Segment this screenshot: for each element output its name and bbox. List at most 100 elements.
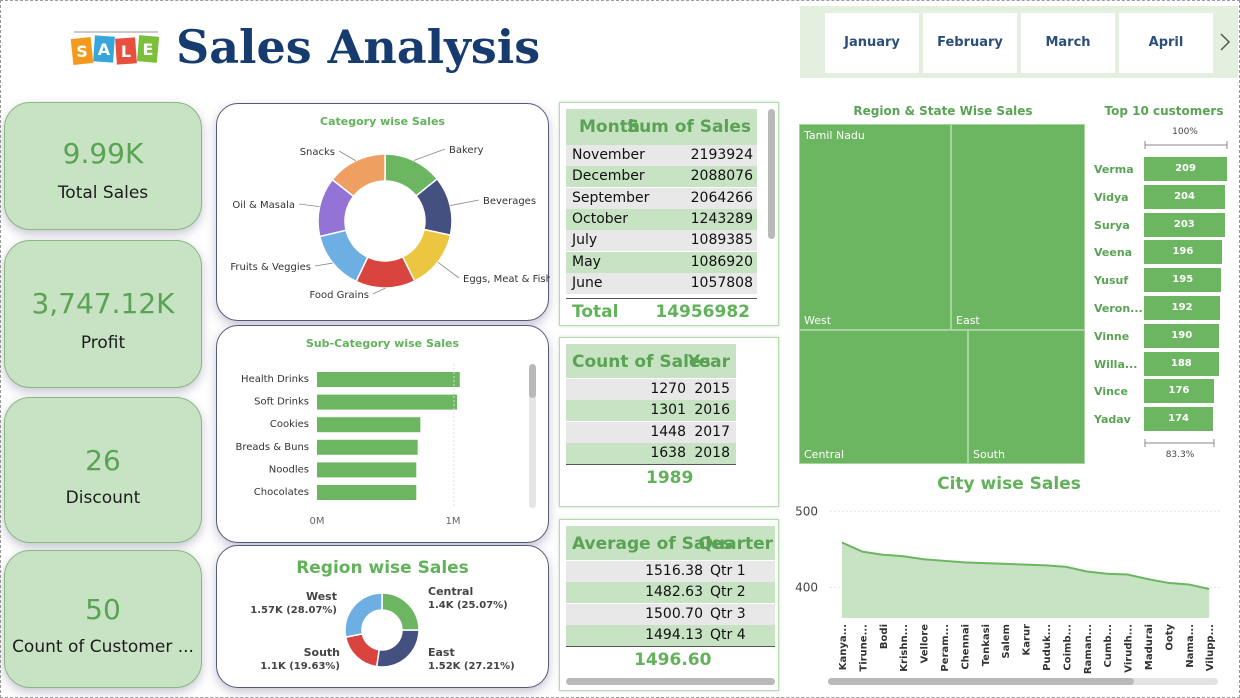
customer-bar[interactable]: 190 <box>1144 323 1220 348</box>
customer-bar[interactable]: 204 <box>1144 184 1225 209</box>
kpi-profit-card[interactable]: 3,747.12K Profit <box>4 240 202 388</box>
customer-bar[interactable]: 203 <box>1144 212 1225 237</box>
customer-bar[interactable]: 196 <box>1144 240 1222 265</box>
customer-name[interactable]: Yusuf <box>1094 274 1128 287</box>
treemap-region-west[interactable]: West <box>799 124 951 330</box>
table-row[interactable]: 1516.38 Qtr 1 <box>566 561 775 582</box>
subcategory-sales-panel[interactable]: Sub-Category wise Sales Health Drinks Sof… <box>216 325 549 543</box>
customer-bar[interactable]: 195 <box>1144 268 1222 293</box>
customer-name[interactable]: Surya <box>1094 219 1130 232</box>
header-year[interactable]: Year <box>688 352 730 372</box>
sales-cell: 2088076 <box>690 168 753 185</box>
sales-cell: 2193924 <box>690 147 753 163</box>
sales-cell: 1089385 <box>690 232 753 249</box>
table-row[interactable]: 1638 2018 <box>566 442 736 464</box>
category-slice-label: Food Grains <box>310 290 369 301</box>
kpi-customer-count-card[interactable]: 50 Count of Customer ... <box>4 550 202 688</box>
customer-name[interactable]: Verma <box>1094 163 1134 176</box>
slicer-april[interactable]: April <box>1119 13 1213 73</box>
table-header: Count of Sales Year <box>566 344 736 378</box>
treemap-region-label: Central <box>804 448 845 461</box>
table-row[interactable]: 1494.13 Qtr 4 <box>566 624 775 646</box>
total-label: Total <box>572 302 619 322</box>
quarter-table-hscroll[interactable] <box>566 678 775 685</box>
subcategory-label: Cookies <box>270 419 309 430</box>
table-row[interactable]: 1500.70 Qtr 3 <box>566 603 775 625</box>
kpi-value: 3,747.12K <box>31 287 175 320</box>
subcategory-label: Breads & Buns <box>236 442 310 453</box>
region-donut-chart[interactable]: Central 1.4K (25.07%) East 1.52K (27.21%) So… <box>217 546 550 689</box>
table-row[interactable]: December 2088076 <box>566 166 757 188</box>
table-row[interactable]: September 2064266 <box>566 187 757 209</box>
treemap-title: Region & State Wise Sales <box>853 104 1033 118</box>
subcategory-bar <box>317 462 417 478</box>
subcategory-label: Chocolates <box>254 487 309 498</box>
city-tick-label: Raman... <box>1083 624 1094 674</box>
average-cell: 1494.13 <box>645 626 703 643</box>
header-sum-of-sales[interactable]: Sum of Sales <box>627 117 751 137</box>
table-row[interactable]: 1301 2016 <box>566 400 736 422</box>
month-cell: July <box>572 232 598 249</box>
customer-name[interactable]: Vince <box>1094 385 1128 398</box>
kpi-total-sales-card[interactable]: 9.99K Total Sales <box>4 102 202 230</box>
customer-bar[interactable]: 192 <box>1144 296 1221 320</box>
category-slice-label: Bakery <box>449 145 484 156</box>
table-row[interactable]: June 1057808 <box>566 272 757 294</box>
region-slice-name: South <box>304 646 340 659</box>
quarter-average-table[interactable]: Average of Sales Quarter 1496.60 1516.38… <box>559 519 779 691</box>
table-row[interactable]: October 1243289 <box>566 208 757 230</box>
table-row[interactable]: November 2193924 <box>566 145 757 166</box>
subcategory-scroll-thumb[interactable] <box>529 364 536 398</box>
quarter-cell: Qtr 3 <box>710 605 746 622</box>
month-sales-table[interactable]: Month Sum of Sales Total 14956982 Novemb… <box>559 102 779 326</box>
customer-bar[interactable]: 209 <box>1144 157 1227 181</box>
customer-bar[interactable]: 176 <box>1144 379 1214 404</box>
treemap-region-south[interactable]: South <box>968 330 1085 464</box>
table-row[interactable]: July 1089385 <box>566 230 757 252</box>
customer-name[interactable]: Vidya <box>1094 191 1129 204</box>
city-tick-label: Coimb... <box>1062 624 1073 671</box>
customer-name[interactable]: Yadav <box>1094 413 1131 426</box>
slicer-january[interactable]: January <box>825 13 919 73</box>
category-leader-line <box>450 199 480 206</box>
header-quarter[interactable]: Quarter <box>699 534 773 554</box>
total-value: 1496.60 <box>634 650 712 670</box>
customer-bar[interactable]: 174 <box>1144 407 1214 432</box>
treemap-region-east[interactable]: East <box>951 124 1085 330</box>
slicer-march[interactable]: March <box>1021 13 1115 73</box>
city-chart-scroll-thumb[interactable] <box>828 678 1134 685</box>
region-slice-name: Central <box>428 585 473 598</box>
month-table-scroll-thumb[interactable] <box>768 109 775 239</box>
customer-name[interactable]: Willa... <box>1094 358 1137 371</box>
customer-bar[interactable]: 188 <box>1144 351 1219 376</box>
chevron-right-icon[interactable] <box>1218 32 1232 52</box>
table-row[interactable]: 1448 2017 <box>566 421 736 443</box>
treemap-region-label: East <box>956 314 980 327</box>
average-cell: 1500.70 <box>645 605 703 622</box>
category-donut-chart[interactable]: Bakery Beverages Eggs, Meat & Fish Food Gra… <box>217 104 550 322</box>
table-row[interactable]: 1270 2015 <box>566 379 736 400</box>
treemap-region-central[interactable]: Central <box>799 330 968 464</box>
x-tick-label: 1M <box>446 516 461 527</box>
category-sales-panel[interactable]: Category wise Sales Bakery Beverages Eggs,… <box>216 103 550 322</box>
count-cell: 1448 <box>650 423 686 440</box>
region-sales-panel[interactable]: Region wise Sales Central 1.4K (25.07%) Ea… <box>216 545 549 688</box>
table-row[interactable]: May 1086920 <box>566 251 757 273</box>
category-leader-line <box>413 148 446 161</box>
region-slice <box>381 592 420 631</box>
subcategory-bar-chart[interactable]: Health Drinks Soft Drinks Cookies Breads & … <box>217 326 550 544</box>
region-slice-value: 1.57K (28.07%) <box>250 605 337 616</box>
kpi-discount-card[interactable]: 26 Discount <box>4 397 202 543</box>
average-cell: 1482.63 <box>645 584 703 601</box>
customer-name[interactable]: Veena <box>1094 246 1132 259</box>
year-count-table[interactable]: Count of Sales Year 1989 1270 2015 1301 201… <box>559 337 779 507</box>
year-cell: 2016 <box>694 402 730 419</box>
table-row[interactable]: 1482.63 Qtr 2 <box>566 582 775 604</box>
city-area-chart[interactable]: 500 400 Kanya... Tirune... Bodi Krishn... Vell… <box>790 496 1230 692</box>
slicer-february[interactable]: February <box>923 13 1017 73</box>
subcategory-label: Noodles <box>269 464 309 475</box>
customer-name[interactable]: Veron... <box>1094 302 1143 315</box>
y-tick-label: 400 <box>795 581 818 595</box>
city-chart-title: City wise Sales <box>937 474 1081 494</box>
customer-name[interactable]: Vinne <box>1094 330 1129 343</box>
